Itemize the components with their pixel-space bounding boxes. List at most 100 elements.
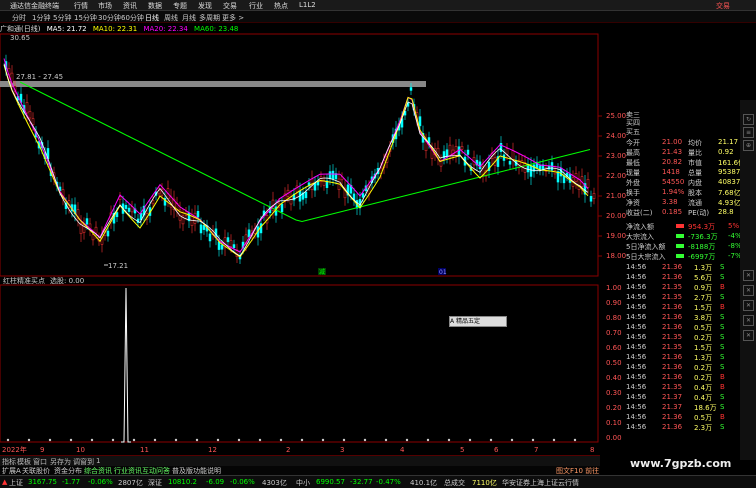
- menu-item[interactable]: 行业: [249, 1, 263, 11]
- order-row: 买四: [600, 118, 747, 127]
- menu-item[interactable]: L1L2: [299, 1, 316, 9]
- stat-value: 21.17: [718, 138, 739, 146]
- candle-body: [589, 195, 593, 202]
- candle-body: [505, 148, 509, 155]
- candle-body: [124, 204, 128, 209]
- tick-row[interactable]: 14:56 21.36 1.3万 S: [600, 353, 747, 362]
- tick-row[interactable]: 14:56 21.36 2.3万 S: [600, 423, 747, 432]
- flow-value: -736.3万: [688, 233, 718, 241]
- stat-row: 现量 1418 总量 95387: [600, 168, 747, 177]
- tick-direction: S: [720, 313, 725, 321]
- tick-price: 21.36: [662, 313, 683, 321]
- stat-label: 股本: [688, 189, 702, 197]
- tick-row[interactable]: 14:56 21.36 0.5万 B: [600, 413, 747, 422]
- tick-row[interactable]: 14:56 21.36 1.5万 B: [600, 303, 747, 312]
- time-tick: 6: [494, 446, 499, 454]
- tick-row[interactable]: 14:56 21.36 1.3万 S: [600, 263, 747, 272]
- stat-row: 换手 1.94% 股本 7.68亿: [600, 188, 747, 197]
- time-tick: 12: [208, 446, 217, 454]
- flow-label: 5日大宗流入: [626, 253, 666, 261]
- tick-row[interactable]: 14:56 21.35 0.2万 S: [600, 333, 747, 342]
- side-button[interactable]: ≡: [743, 127, 754, 138]
- candle-body: [232, 244, 236, 248]
- candle-body: [202, 225, 206, 230]
- popup-button[interactable]: A 精品五定: [449, 316, 507, 327]
- candle-body: [220, 244, 224, 250]
- stat-value: 21.00: [662, 138, 683, 146]
- candle-body: [94, 226, 98, 234]
- event-marker-label: 01: [439, 269, 447, 276]
- tick-row[interactable]: 14:56 21.36 5.6万 S: [600, 273, 747, 282]
- tick-time: 14:56: [626, 273, 647, 281]
- tick-row[interactable]: 14:56 21.36 0.2万 B: [600, 373, 747, 382]
- tick-row[interactable]: 14:56 21.35 0.4万 B: [600, 383, 747, 392]
- indicator-dot: [531, 438, 535, 442]
- tick-price: 21.36: [662, 363, 683, 371]
- time-tick: 10: [76, 446, 85, 454]
- menu-item[interactable]: 热点: [274, 1, 288, 11]
- side-button[interactable]: ↻: [743, 114, 754, 125]
- flow-row: 大宗流入 -736.3万 -4%: [600, 232, 747, 241]
- tick-row[interactable]: 14:56 21.37 0.4万 S: [600, 393, 747, 402]
- sh-change: -1.77: [62, 478, 81, 486]
- flow-row: 5日净流入额 -8188万 -8%: [600, 242, 747, 251]
- tick-row[interactable]: 14:56 21.36 0.5万 S: [600, 323, 747, 332]
- tick-direction: B: [720, 383, 725, 391]
- stat-row: 最高 21.43 量比 0.92: [600, 148, 747, 157]
- indicator-dot: [510, 438, 514, 442]
- indicator-dot: [342, 438, 346, 442]
- candle-body: [106, 230, 110, 237]
- candle-body: [196, 210, 200, 218]
- tick-row[interactable]: 14:56 21.36 3.8万 S: [600, 313, 747, 322]
- menu-item[interactable]: 市场: [98, 1, 112, 11]
- indicator-tabs: 指标 模板 窗口 另存为 调窗到 1: [0, 455, 600, 466]
- tick-time: 14:56: [626, 263, 647, 271]
- side-button[interactable]: ✕: [743, 300, 754, 311]
- sh-pct: -0.06%: [88, 478, 113, 486]
- tick-price: 21.36: [662, 423, 683, 431]
- candle-body: [127, 207, 131, 212]
- stat-label: 最高: [626, 149, 640, 157]
- tick-time: 14:56: [626, 333, 647, 341]
- watermark: www.7gpzb.com: [630, 457, 732, 470]
- tick-row[interactable]: 14:56 21.35 2.7万 S: [600, 293, 747, 302]
- stat-label: 净资: [626, 199, 640, 207]
- tick-volume: 2.7万: [694, 294, 713, 302]
- tick-direction: B: [720, 303, 725, 311]
- tick-row[interactable]: 14:56 21.35 0.9万 B: [600, 283, 747, 292]
- tab[interactable]: 1: [96, 457, 100, 465]
- side-button[interactable]: ⊕: [743, 140, 754, 151]
- side-button[interactable]: ✕: [743, 270, 754, 281]
- tick-time: 14:56: [626, 413, 647, 421]
- candle-body: [448, 144, 452, 157]
- tick-volume: 1.5万: [694, 304, 713, 312]
- tick-volume: 0.2万: [694, 334, 713, 342]
- quote-panel: 卖三 买四 买五 今开 21.00 均价 21.17 最高 21.43 量比 0.92 最低 20…: [600, 100, 747, 460]
- menu-item[interactable]: 数据: [148, 1, 162, 11]
- side-button[interactable]: ✕: [743, 330, 754, 341]
- tick-row[interactable]: 14:56 21.36 0.2万 S: [600, 363, 747, 372]
- tick-row[interactable]: 14:56 21.35 1.5万 S: [600, 343, 747, 352]
- trade-menu[interactable]: 交易: [716, 1, 730, 11]
- indicator-dot: [300, 438, 304, 442]
- candle-body: [511, 150, 515, 161]
- tick-row[interactable]: 14:56 21.37 18.6万 S: [600, 403, 747, 412]
- tick-price: 21.35: [662, 383, 683, 391]
- candle-body: [592, 193, 596, 199]
- side-button[interactable]: ✕: [743, 285, 754, 296]
- menu-item[interactable]: 资讯: [123, 1, 137, 11]
- sz-change: -6.09: [206, 478, 225, 486]
- candle-body: [361, 193, 365, 198]
- menu-item[interactable]: 交易: [223, 1, 237, 11]
- stat-value: 40837: [718, 178, 741, 186]
- side-button[interactable]: ✕: [743, 315, 754, 326]
- tick-direction: S: [720, 323, 725, 331]
- menu-item[interactable]: 发现: [198, 1, 212, 11]
- tick-time: 14:56: [626, 283, 647, 291]
- menu-item[interactable]: 专题: [173, 1, 187, 11]
- menu-item[interactable]: 行情: [74, 1, 88, 11]
- indicator-dot: [426, 438, 430, 442]
- stat-label: 流通: [688, 199, 702, 207]
- tick-volume: 0.4万: [694, 384, 713, 392]
- tick-time: 14:56: [626, 363, 647, 371]
